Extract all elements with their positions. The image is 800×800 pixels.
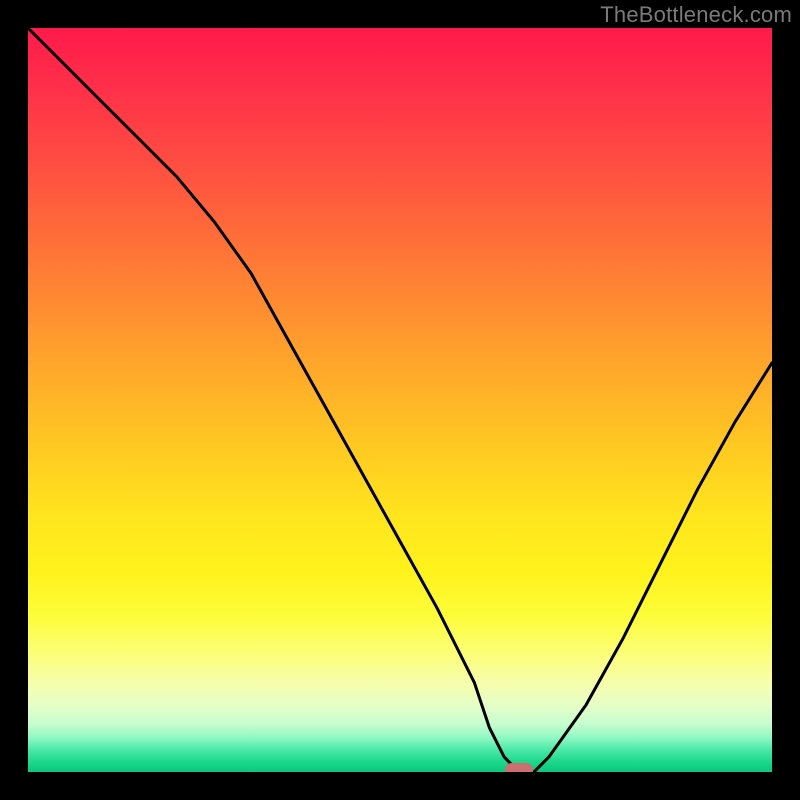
optimal-marker <box>505 763 533 772</box>
plot-area <box>28 28 772 772</box>
gradient-background <box>28 28 772 772</box>
watermark-text: TheBottleneck.com <box>600 2 792 28</box>
chart-frame: TheBottleneck.com <box>0 0 800 800</box>
